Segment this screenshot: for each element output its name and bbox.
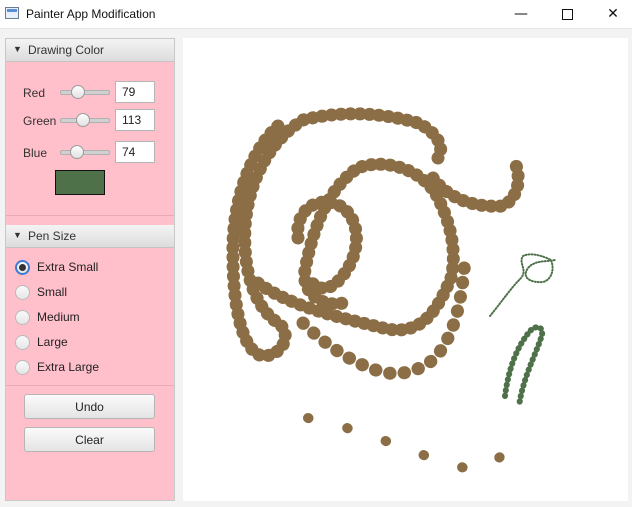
green-slider-thumb[interactable]	[76, 113, 90, 127]
red-label: Red	[23, 86, 46, 100]
green-label: Green	[23, 114, 57, 128]
blue-slider-thumb[interactable]	[70, 145, 84, 159]
brown-stroke	[303, 413, 510, 473]
close-button[interactable]: ✕	[590, 0, 632, 28]
green-stroke	[502, 324, 546, 409]
pen-size-header[interactable]: ▼ Pen Size	[6, 225, 174, 248]
brown-stroke	[426, 151, 525, 213]
red-slider-thumb[interactable]	[71, 85, 85, 99]
drawing-surface[interactable]	[183, 38, 628, 501]
collapse-arrow-icon: ▼	[13, 230, 22, 240]
brown-drawing-strokes	[226, 107, 525, 473]
blue-slider-track	[60, 150, 110, 155]
controls-sidebar: ▼ Drawing Color Red 79 Green 113 Blue 74…	[5, 38, 175, 501]
red-slider-track	[60, 90, 110, 95]
radio-button[interactable]	[15, 335, 30, 350]
green-slider[interactable]	[60, 111, 110, 129]
close-icon: ✕	[607, 6, 619, 22]
blue-value-field[interactable]: 74	[115, 141, 155, 163]
minimize-button[interactable]: —	[498, 0, 544, 28]
blue-label: Blue	[23, 146, 48, 160]
pen-size-title: Pen Size	[28, 229, 77, 243]
pen-size-option-label: Extra Large	[37, 360, 100, 374]
color-preview-swatch	[55, 170, 105, 195]
pen-size-option-label: Medium	[37, 310, 80, 324]
minimize-icon: —	[514, 6, 528, 22]
maximize-icon	[561, 8, 573, 20]
pen-size-option-label: Extra Small	[37, 260, 99, 274]
green-value-field[interactable]: 113	[115, 109, 155, 131]
undo-button[interactable]: Undo	[24, 394, 155, 419]
drawing-color-header[interactable]: ▼ Drawing Color	[6, 39, 174, 62]
drawing-canvas[interactable]	[183, 38, 628, 501]
radio-button[interactable]	[15, 285, 30, 300]
collapse-arrow-icon: ▼	[13, 44, 22, 54]
maximize-button[interactable]	[544, 0, 590, 28]
radio-button[interactable]	[15, 360, 30, 375]
red-value-field[interactable]: 79	[115, 81, 155, 103]
pen-size-option-label: Large	[37, 335, 68, 349]
section-divider	[6, 215, 174, 216]
section-divider	[6, 385, 174, 386]
radio-button-selected[interactable]	[15, 260, 30, 275]
radio-button[interactable]	[15, 310, 30, 325]
blue-slider[interactable]	[60, 143, 110, 161]
red-slider[interactable]	[60, 83, 110, 101]
pen-size-option-label: Small	[37, 285, 68, 299]
window-title: Painter App Modification	[26, 7, 156, 21]
green-stroke	[489, 253, 556, 317]
clear-button[interactable]: Clear	[24, 427, 155, 452]
green-drawing-strokes	[489, 253, 556, 409]
drawing-color-title: Drawing Color	[28, 43, 105, 57]
title-bar: Painter App Modification — ✕	[0, 0, 632, 29]
app-icon	[5, 7, 19, 19]
